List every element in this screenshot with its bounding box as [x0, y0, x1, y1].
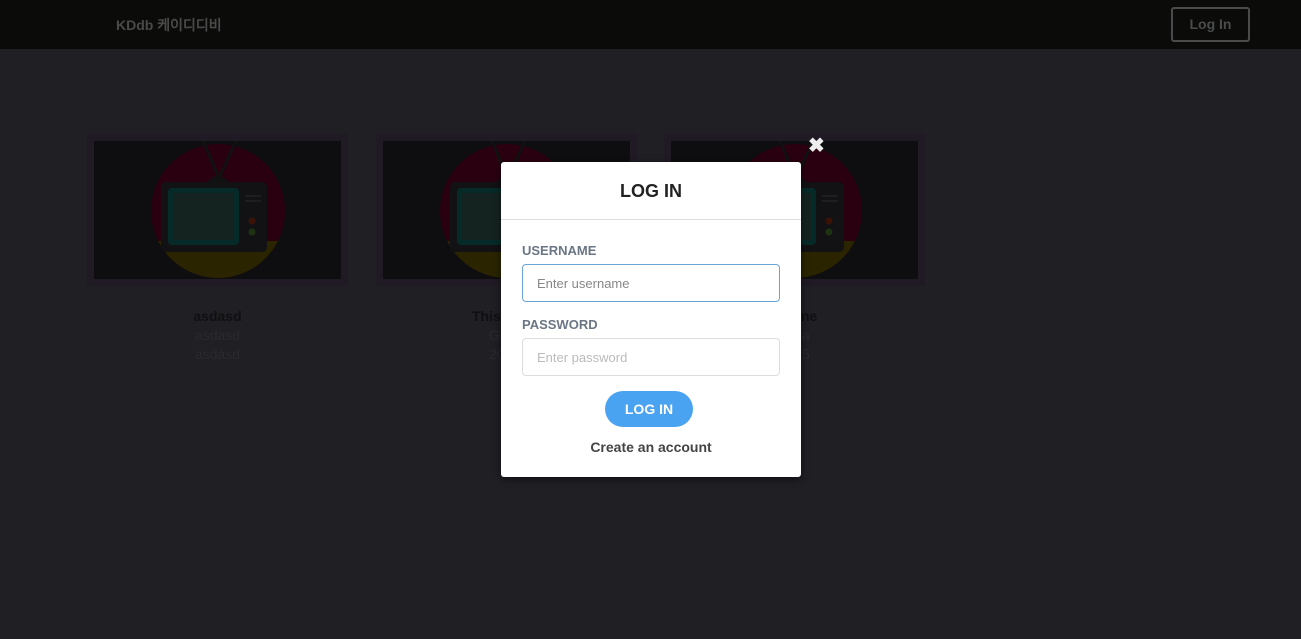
card-info: asdasd asdasd asdasd — [87, 307, 348, 364]
password-input[interactable] — [522, 338, 780, 376]
modal-title: LOG IN — [501, 162, 801, 220]
navbar: KDdb 케이디디비 Log In — [0, 0, 1301, 49]
card-title[interactable]: This — [472, 307, 501, 326]
tv-icon — [150, 141, 285, 278]
card-meta: asdasd — [194, 346, 241, 362]
card-subtitle: G — [489, 327, 500, 343]
username-input[interactable] — [522, 264, 780, 302]
close-icon[interactable]: ✖ — [808, 133, 825, 158]
card-subtitle: asdasd — [194, 327, 241, 343]
nav-login-button[interactable]: Log In — [1171, 7, 1250, 42]
show-card-thumbnail[interactable] — [87, 134, 348, 286]
brand-logo[interactable]: KDdb 케이디디비 — [116, 15, 222, 35]
card-title[interactable]: asdasd — [87, 307, 348, 326]
password-label: PASSWORD — [522, 317, 598, 332]
card-meta: 5 — [802, 346, 810, 362]
username-label: USERNAME — [522, 243, 597, 258]
login-submit-button[interactable]: LOG IN — [605, 391, 693, 427]
login-modal: LOG IN USERNAME PASSWORD LOG IN Create a… — [501, 162, 801, 477]
create-account-link[interactable]: Create an account — [501, 439, 801, 455]
card-title[interactable]: ne — [801, 307, 817, 326]
card-subtitle: a — [802, 327, 810, 343]
